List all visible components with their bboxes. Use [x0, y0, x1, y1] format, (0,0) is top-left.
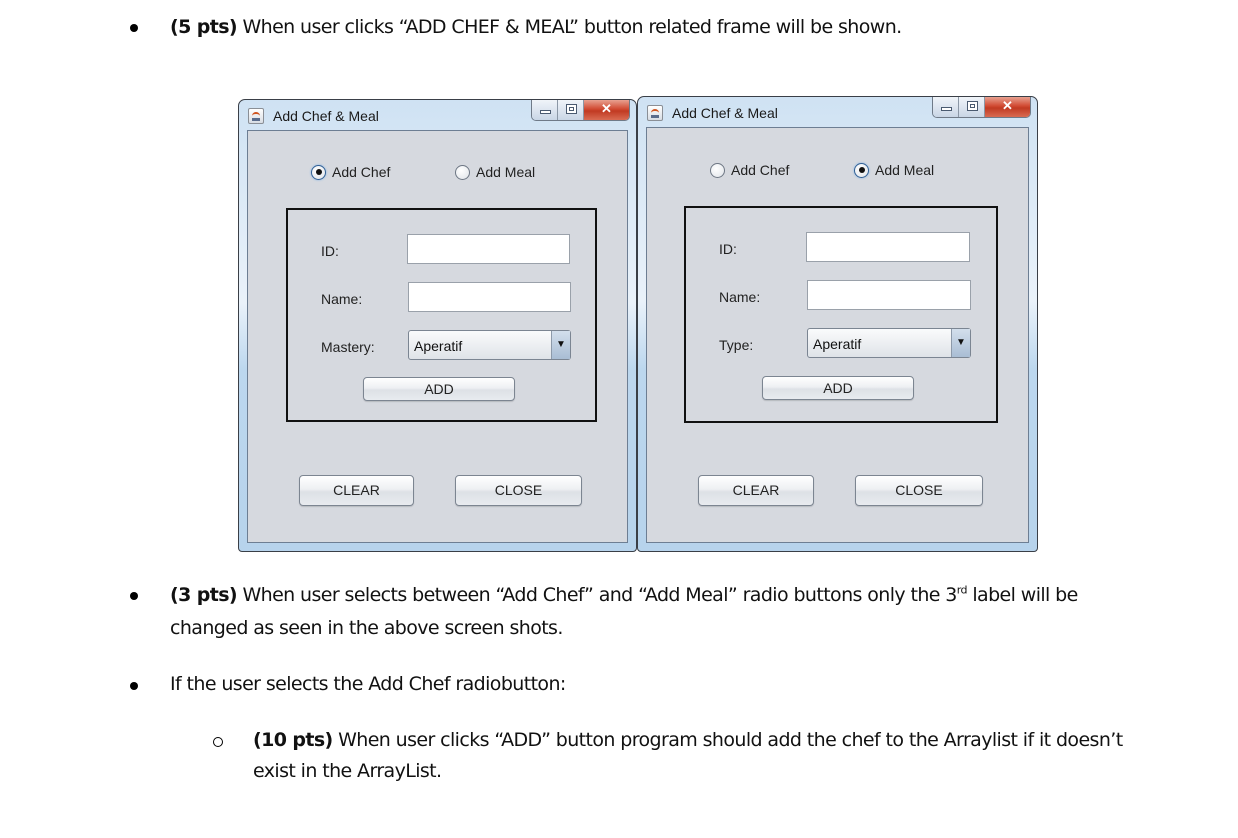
window-title: Add Chef & Meal: [672, 105, 778, 121]
title-bar: Add Chef & Meal ✕: [638, 97, 1037, 127]
requirement-text-cont: label will be: [966, 584, 1078, 606]
sub-requirement-1-line2: exist in the ArrayList.: [253, 760, 442, 782]
id-input[interactable]: [806, 232, 970, 262]
radio-label: Add Chef: [332, 164, 391, 180]
radio-selected-icon: [854, 162, 869, 178]
id-label: ID:: [321, 243, 339, 259]
minimize-icon: [540, 110, 551, 114]
name-input[interactable]: [807, 280, 971, 310]
close-button[interactable]: CLOSE: [855, 475, 983, 506]
radio-unselected-icon: [710, 162, 725, 178]
radio-label: Add Chef: [731, 162, 790, 178]
bullet: [130, 24, 138, 32]
points: (10 pts): [253, 729, 333, 751]
mastery-value: Aperatif: [414, 338, 463, 354]
points: (3 pts): [170, 584, 238, 606]
close-icon: ✕: [601, 101, 612, 116]
sub-requirement-1: (10 pts) When user clicks “ADD” button p…: [253, 729, 1123, 751]
minimize-icon: [941, 107, 952, 111]
requirement-1: (5 pts) When user clicks “ADD CHEF & MEA…: [170, 16, 902, 38]
radio-add-meal[interactable]: Add Meal: [854, 162, 934, 178]
add-button[interactable]: ADD: [363, 377, 515, 401]
name-label: Name:: [719, 289, 761, 305]
bullet: [130, 592, 138, 600]
add-chef-meal-window-chef: Add Chef & Meal ✕ Add Chef Add Meal ID: …: [238, 99, 637, 552]
close-window-button[interactable]: ✕: [985, 97, 1030, 117]
window-content: Add Chef Add Meal ID: Name: Mastery: Ape…: [247, 130, 628, 543]
type-select[interactable]: Aperatif ▼: [807, 328, 971, 358]
radio-add-meal[interactable]: Add Meal: [455, 164, 535, 180]
maximize-button[interactable]: [558, 100, 584, 120]
window-content: Add Chef Add Meal ID: Name: Type: Aperat…: [646, 127, 1029, 543]
maximize-button[interactable]: [959, 97, 985, 117]
maximize-icon: [566, 104, 577, 114]
id-input[interactable]: [407, 234, 570, 264]
bullet: [130, 682, 138, 690]
title-bar: Add Chef & Meal ✕: [239, 100, 636, 130]
name-label: Name:: [321, 291, 363, 307]
minimize-button[interactable]: [532, 100, 558, 120]
mastery-select[interactable]: Aperatif ▼: [408, 330, 571, 360]
sub-bullet: [213, 737, 223, 747]
close-window-button[interactable]: ✕: [584, 100, 629, 120]
java-app-icon: [647, 105, 663, 121]
mastery-label: Mastery:: [321, 339, 375, 355]
id-label: ID:: [719, 241, 737, 257]
radio-add-chef[interactable]: Add Chef: [311, 164, 390, 180]
requirement-3: If the user selects the Add Chef radiobu…: [170, 673, 566, 695]
form-panel: ID: Name: Mastery: Aperatif ▼ ADD: [286, 208, 597, 422]
minimize-button[interactable]: [933, 97, 959, 117]
close-icon: ✕: [1002, 98, 1013, 113]
requirement-2-line2: changed as seen in the above screen shot…: [170, 617, 563, 639]
close-button[interactable]: CLOSE: [455, 475, 582, 506]
add-button[interactable]: ADD: [762, 376, 914, 400]
window-controls: ✕: [932, 97, 1031, 118]
form-panel: ID: Name: Type: Aperatif ▼ ADD: [684, 206, 998, 423]
type-value: Aperatif: [813, 336, 862, 352]
points: (5 pts): [170, 16, 238, 38]
requirement-2: (3 pts) When user selects between “Add C…: [170, 584, 1078, 606]
radio-label: Add Meal: [875, 162, 935, 178]
window-controls: ✕: [531, 100, 630, 121]
radio-unselected-icon: [455, 164, 470, 180]
radio-label: Add Meal: [476, 164, 536, 180]
add-chef-meal-window-meal: Add Chef & Meal ✕ Add Chef Add Meal ID: …: [637, 96, 1038, 552]
java-app-icon: [248, 108, 264, 124]
dropdown-arrow-icon[interactable]: ▼: [551, 331, 570, 359]
radio-selected-icon: [311, 164, 326, 180]
maximize-icon: [967, 101, 978, 111]
dropdown-arrow-icon[interactable]: ▼: [951, 329, 970, 357]
radio-add-chef[interactable]: Add Chef: [710, 162, 789, 178]
name-input[interactable]: [408, 282, 571, 312]
window-title: Add Chef & Meal: [273, 108, 379, 124]
clear-button[interactable]: CLEAR: [299, 475, 414, 506]
clear-button[interactable]: CLEAR: [698, 475, 814, 506]
requirement-text: When user clicks “ADD CHEF & MEAL” butto…: [237, 16, 902, 38]
superscript: rd: [956, 583, 968, 597]
type-label: Type:: [719, 337, 754, 353]
requirement-text: When user selects between “Add Chef” and…: [237, 584, 957, 606]
requirement-text: When user clicks “ADD” button program sh…: [332, 729, 1123, 751]
